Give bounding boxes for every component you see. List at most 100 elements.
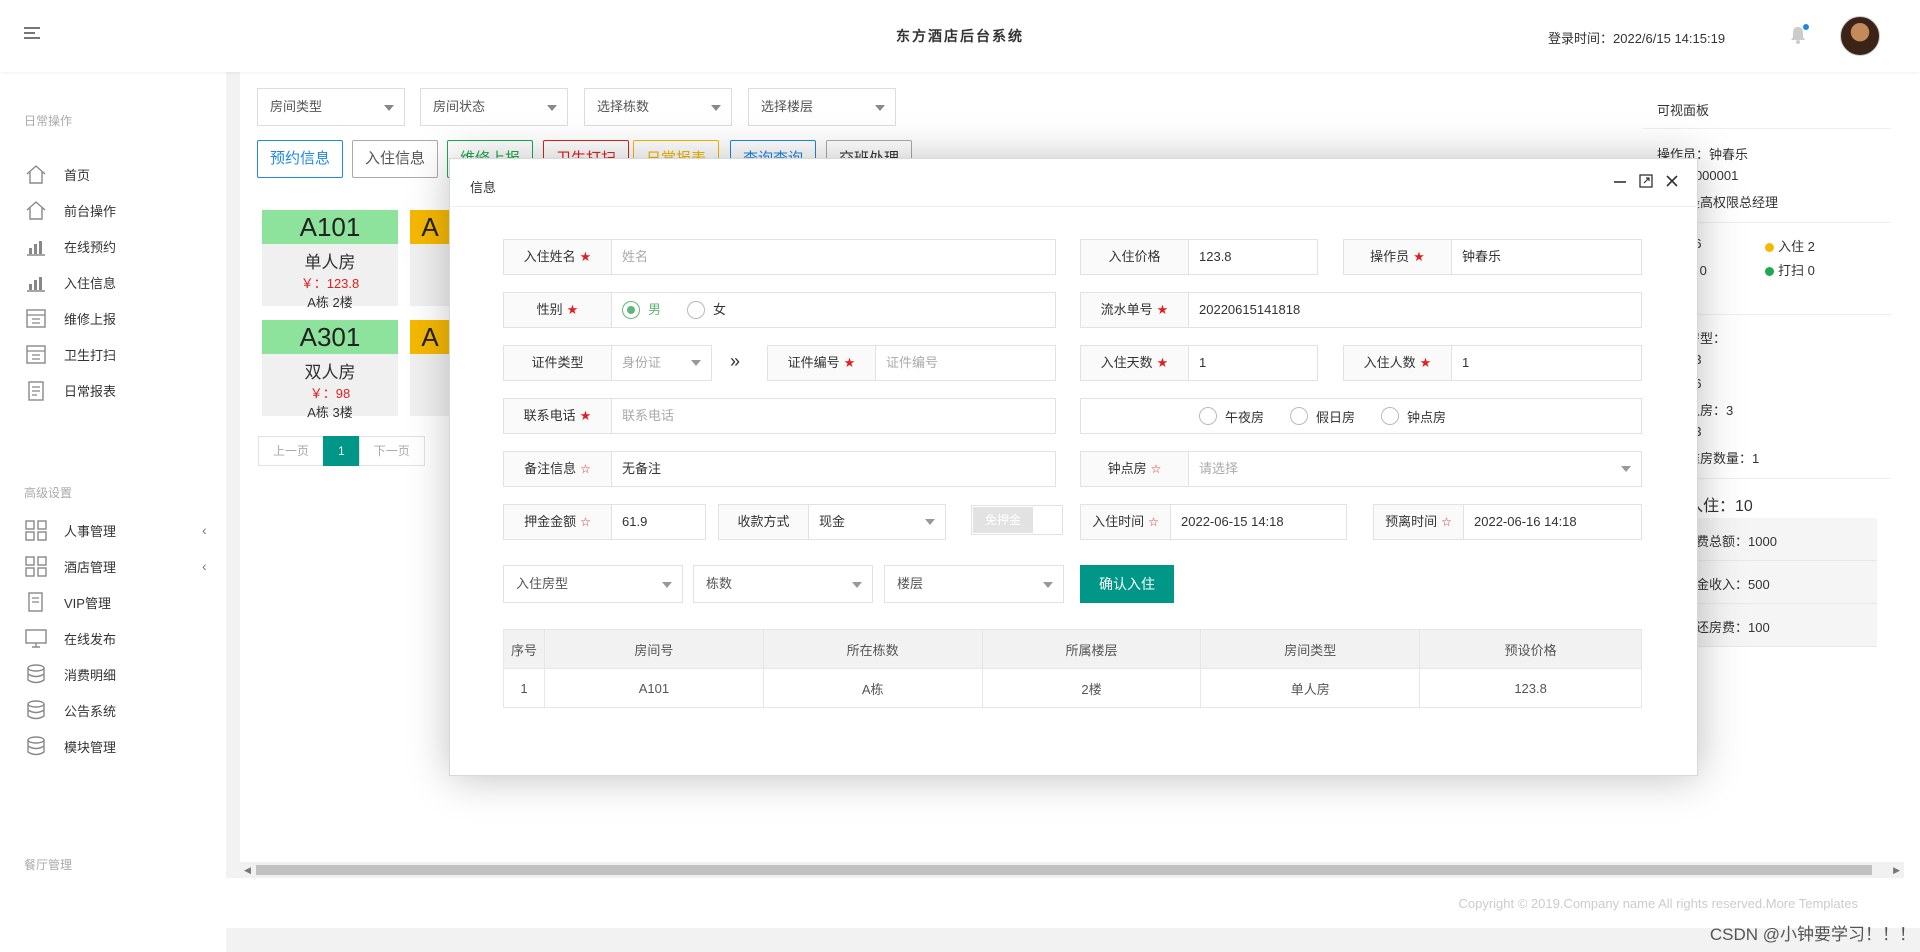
sidebar-group-dining: 餐厅管理 [24, 858, 73, 872]
room-type: 双人房 [304, 363, 356, 382]
id-number-field: 证件编号 ★ 证件编号 [767, 345, 1056, 381]
id-type-select[interactable]: 身份证 [612, 346, 711, 380]
prev-page-button[interactable]: 上一页 [258, 436, 325, 466]
double-chevron-icon: » [730, 351, 741, 371]
sidebar-item-13[interactable]: 公告系统 [24, 698, 116, 722]
payment-select[interactable]: 现金 [809, 505, 945, 539]
deposit-input[interactable]: 61.9 [612, 505, 705, 539]
remark-field: 备注信息 ☆ 无备注 [503, 451, 1056, 487]
checkin-room-type-select[interactable]: 入住房型 [503, 565, 683, 603]
database-icon [24, 735, 48, 757]
bell-icon[interactable] [1790, 24, 1809, 44]
gender-female-radio[interactable]: 女 [687, 293, 726, 327]
room-card[interactable]: A101 单人房 ￥：123.8 A栋 2楼 [262, 210, 398, 310]
checkin-time-input[interactable]: 2022-06-15 14:18 [1171, 505, 1346, 539]
sidebar-item-1[interactable]: 首页 [24, 162, 90, 186]
serial-field: 流水单号 ★ 20220615141818 [1080, 292, 1642, 328]
close-icon[interactable] [1664, 173, 1680, 189]
name-input[interactable]: 姓名 [612, 240, 1055, 274]
guests-input[interactable]: 1 [1452, 346, 1641, 380]
table-cell: 123.8 [1419, 668, 1642, 708]
room-number: A [410, 320, 450, 354]
remark-input[interactable]: 无备注 [612, 452, 1055, 486]
free-deposit-switch[interactable]: 免押金 [971, 505, 1063, 535]
room-card[interactable]: A301 双人房 ￥：98 A栋 3楼 [262, 320, 398, 420]
room-card[interactable]: A [410, 210, 450, 306]
scroll-right-icon[interactable]: ▶ [1893, 865, 1900, 876]
building-select[interactable]: 选择栋数 [584, 88, 732, 126]
table-cell: A101 [543, 668, 764, 708]
table-row[interactable]: 1 A101 A栋 2楼 单人房 123.8 [503, 668, 1642, 708]
table-cell: 1 [503, 668, 545, 708]
leave-time-field: 预离时间 ☆ 2022-06-16 14:18 [1373, 504, 1642, 540]
sidebar-item-4[interactable]: 入住信息 [24, 270, 116, 294]
hourly-select[interactable]: 请选择 [1189, 452, 1641, 486]
price-input[interactable]: 123.8 [1189, 240, 1317, 274]
days-input[interactable]: 1 [1189, 346, 1317, 380]
home-icon [24, 163, 48, 185]
sidebar-item-3[interactable]: 在线预约 [24, 234, 116, 258]
checkin-building-select[interactable]: 栋数 [693, 565, 873, 603]
sidebar-item-5[interactable]: 维修上报 [24, 306, 116, 330]
sidebar-item-label: 人事管理 [64, 523, 117, 539]
panel-stat-checkin: 入住 2 [1765, 236, 1815, 255]
midnight-room-radio[interactable]: 午夜房 [1199, 407, 1264, 426]
minimize-icon[interactable] [1612, 173, 1628, 189]
room-card[interactable]: A [410, 320, 450, 416]
gender-male-radio[interactable]: 男 [622, 293, 661, 327]
page-1-button[interactable]: 1 [323, 436, 360, 466]
top-header: 东方酒店后台系统 登录时间：2022/6/15 14:15:19 [0, 0, 1920, 72]
table-header-cell: 房间类型 [1200, 629, 1421, 669]
sidebar-item-label: 模块管理 [64, 739, 117, 755]
monitor-icon [24, 627, 48, 649]
hourly-field: 钟点房 ☆ 请选择 [1080, 451, 1642, 487]
sidebar-item-11[interactable]: 在线发布 [24, 626, 116, 650]
room-number: A301 [262, 320, 398, 354]
pagination: 上一页 1 下一页 [258, 436, 425, 466]
avatar[interactable] [1840, 16, 1880, 56]
room-price: ￥：98 [309, 386, 351, 401]
tab-2[interactable]: 入住信息 [352, 140, 439, 178]
scroll-left-icon[interactable]: ◀ [244, 865, 251, 876]
sidebar-item-label: 维修上报 [64, 311, 117, 327]
floor-select[interactable]: 选择楼层 [748, 88, 896, 126]
sidebar-item-2[interactable]: 前台操作 [24, 198, 116, 222]
sidebar-item-12[interactable]: 消费明细 [24, 662, 116, 686]
confirm-checkin-button[interactable]: 确认入住 [1080, 565, 1174, 603]
table-cell: 单人房 [1200, 668, 1421, 708]
holiday-room-radio[interactable]: 假日房 [1290, 407, 1355, 426]
sidebar-item-label: 公告系统 [64, 703, 117, 719]
room-table: 序号 房间号 所在栋数 所属楼层 房间类型 预设价格 1 A101 A栋 2楼 单人房 123.8 [503, 629, 1642, 708]
sidebar-item-6[interactable]: 卫生打扫 [24, 342, 116, 366]
serial-input[interactable]: 20220615141818 [1189, 293, 1641, 327]
modal-header: 信息 [450, 159, 1699, 207]
panel-title: 可视面板 [1657, 103, 1710, 118]
chevron-left-icon: ‹ [202, 522, 207, 538]
next-page-button[interactable]: 下一页 [358, 436, 425, 466]
scroll-thumb[interactable] [256, 865, 1872, 875]
id-number-input[interactable]: 证件编号 [876, 346, 1055, 380]
sidebar-item-8[interactable]: 人事管理 ‹ [24, 518, 207, 542]
grid-icon [24, 555, 48, 577]
checkin-floor-select[interactable]: 楼层 [884, 565, 1064, 603]
sidebar-item-label: 在线预约 [64, 239, 117, 255]
leave-time-input[interactable]: 2022-06-16 14:18 [1464, 505, 1641, 539]
document-icon [24, 591, 48, 613]
sidebar-item-10[interactable]: VIP管理 [24, 590, 111, 614]
operator-input[interactable]: 钟春乐 [1452, 240, 1641, 274]
sidebar-item-7[interactable]: 日常报表 [24, 378, 116, 402]
tab-1[interactable]: 预约信息 [257, 140, 344, 178]
sidebar-item-9[interactable]: 酒店管理 ‹ [24, 554, 207, 578]
horizontal-scrollbar[interactable]: ◀ ▶ [240, 862, 1904, 878]
room-status-select[interactable]: 房间状态 [420, 88, 568, 126]
clipboard-icon [24, 379, 48, 401]
sidebar-item-label: 消费明细 [64, 667, 117, 683]
hourly-room-radio[interactable]: 钟点房 [1381, 407, 1446, 426]
login-time: 登录时间：2022/6/15 14:15:19 [1548, 31, 1726, 46]
watermark: CSDN @小钟要学习！！！ [1709, 925, 1916, 944]
room-type-select[interactable]: 房间类型 [257, 88, 405, 126]
sidebar-item-14[interactable]: 模块管理 [24, 734, 116, 758]
maximize-icon[interactable] [1638, 173, 1654, 189]
phone-input[interactable]: 联系电话 [612, 399, 1055, 433]
payment-field: 收款方式 现金 [718, 504, 946, 540]
